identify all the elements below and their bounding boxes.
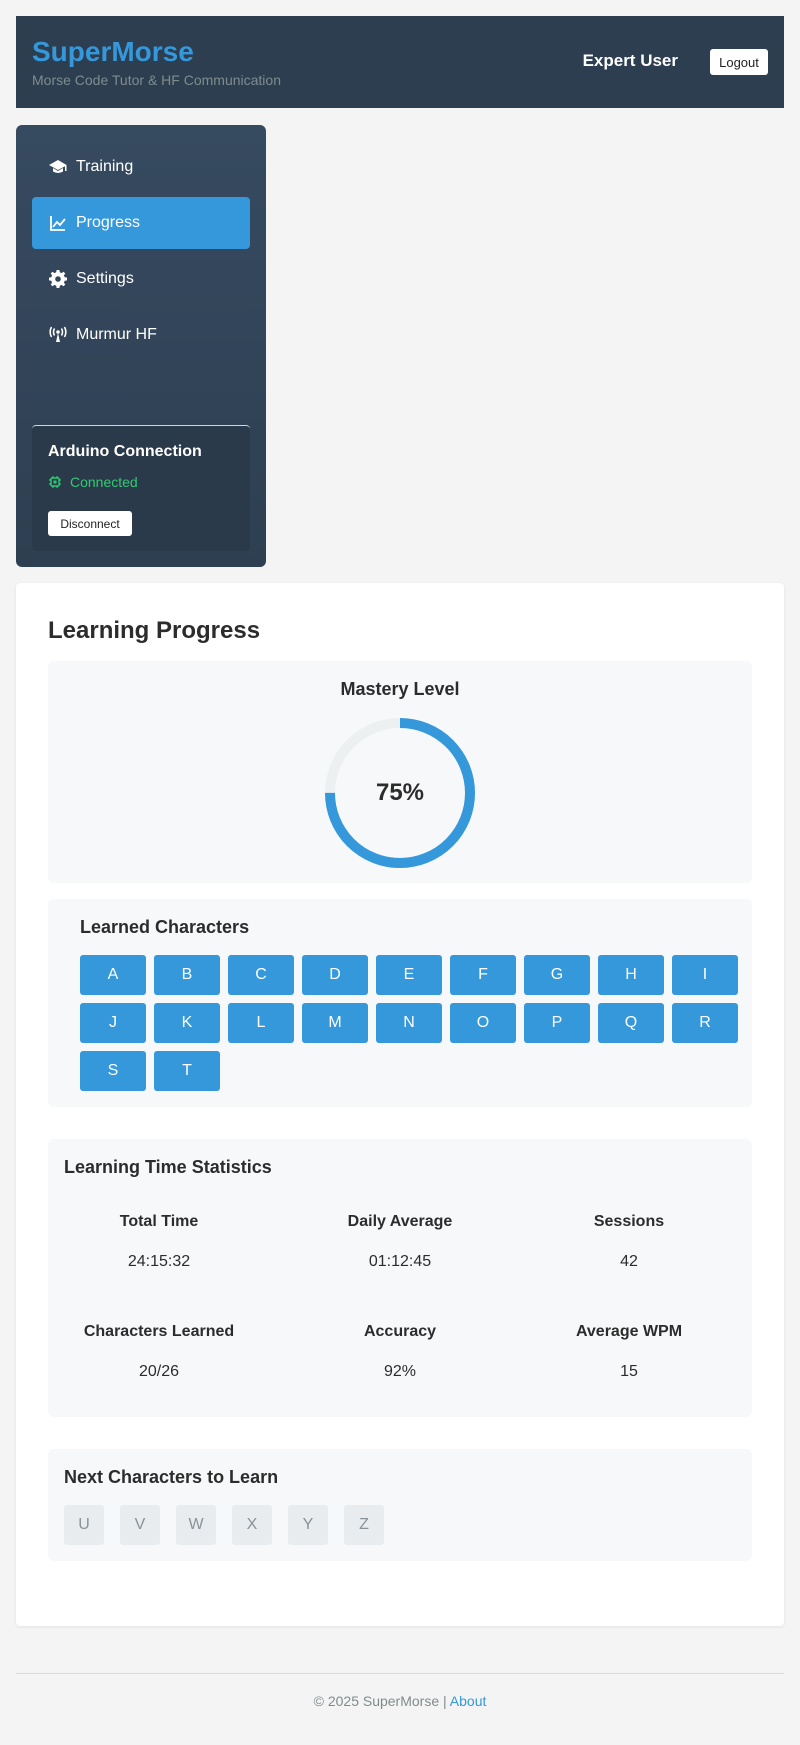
next-characters-title: Next Characters to Learn [64, 1467, 279, 1487]
brand-title[interactable]: SuperMorse [32, 36, 194, 68]
line-chart-icon [48, 213, 68, 233]
footer: © 2025 SuperMorse | About [0, 1693, 800, 1709]
graduation-cap-icon [48, 157, 68, 177]
learned-char[interactable]: Q [598, 1003, 664, 1043]
footer-divider [16, 1673, 784, 1674]
mastery-gauge: 75% [323, 716, 477, 870]
gear-icon [48, 269, 68, 289]
learned-char[interactable]: L [228, 1003, 294, 1043]
stat-value: 01:12:45 [368, 1253, 432, 1270]
learned-char[interactable]: R [672, 1003, 738, 1043]
learned-char[interactable]: M [302, 1003, 368, 1043]
logout-button[interactable]: Logout [710, 49, 768, 75]
next-char[interactable]: Y [288, 1505, 328, 1545]
sidebar-item-label: Progress [76, 214, 141, 231]
learned-char[interactable]: F [450, 955, 516, 995]
user-name: Expert User [582, 51, 678, 70]
stat-value: 15 [620, 1363, 638, 1380]
learned-char[interactable]: T [154, 1051, 220, 1091]
next-char[interactable]: U [64, 1505, 104, 1545]
learned-char[interactable]: N [376, 1003, 442, 1043]
learned-char[interactable]: K [154, 1003, 220, 1043]
learned-char[interactable]: D [302, 955, 368, 995]
connection-status-text: Connected [70, 474, 138, 490]
sidebar-item-settings[interactable]: Settings [32, 253, 250, 305]
sidebar-item-label: Training [76, 158, 134, 175]
next-char[interactable]: V [120, 1505, 160, 1545]
stat-value: 92% [383, 1363, 417, 1380]
page-title: Learning Progress [48, 617, 261, 644]
stat-total-time: Total Time 24:15:32 [49, 1213, 269, 1271]
stat-characters-learned: Characters Learned 20/26 [49, 1323, 269, 1381]
learned-char[interactable]: P [524, 1003, 590, 1043]
sidebar-item-murmur-hf[interactable]: Murmur HF [32, 309, 250, 361]
sidebar-item-training[interactable]: Training [32, 141, 250, 193]
stat-accuracy: Accuracy 92% [290, 1323, 510, 1381]
stat-daily-average: Daily Average 01:12:45 [290, 1213, 510, 1271]
statistics-title: Learning Time Statistics [64, 1157, 272, 1177]
connection-status: Connected [48, 474, 138, 490]
learned-char[interactable]: I [672, 955, 738, 995]
mastery-title: Mastery Level [340, 679, 460, 699]
sidebar-item-progress[interactable]: Progress [32, 197, 250, 249]
chip-icon [49, 476, 61, 488]
stat-value: 24:15:32 [127, 1253, 191, 1270]
sidebar-item-label: Settings [76, 270, 134, 287]
mastery-value: 75% [375, 779, 425, 806]
stat-label: Total Time [119, 1213, 199, 1230]
stat-label: Sessions [593, 1213, 665, 1230]
learned-characters-title: Learned Characters [80, 917, 250, 937]
stat-value: 42 [620, 1253, 638, 1270]
stat-value: 20/26 [138, 1363, 180, 1380]
mastery-panel: Mastery Level 75% [48, 661, 752, 883]
stat-label: Average WPM [575, 1323, 683, 1340]
learned-char[interactable]: E [376, 955, 442, 995]
main-content: Learning Progress Mastery Level 75% Lear… [16, 583, 784, 1626]
next-characters-grid: U V W X Y Z [64, 1505, 384, 1545]
next-characters-panel: Next Characters to Learn U V W X Y Z [48, 1449, 752, 1561]
arduino-title: Arduino Connection [48, 443, 202, 460]
antenna-icon [48, 325, 68, 345]
arduino-connection-panel: Arduino Connection Connected Disconnect [32, 425, 250, 551]
learned-char[interactable]: H [598, 955, 664, 995]
stat-label: Characters Learned [83, 1323, 235, 1340]
brand-tagline: Morse Code Tutor & HF Communication [32, 72, 281, 88]
next-char[interactable]: Z [344, 1505, 384, 1545]
about-link[interactable]: About [450, 1693, 487, 1709]
stat-sessions: Sessions 42 [519, 1213, 739, 1271]
learned-characters-panel: Learned Characters A B C D E F G H I J K… [48, 899, 752, 1107]
learned-char[interactable]: C [228, 955, 294, 995]
learning-time-statistics-panel: Learning Time Statistics Total Time 24:1… [48, 1139, 752, 1417]
learned-char[interactable]: G [524, 955, 590, 995]
learned-char[interactable]: A [80, 955, 146, 995]
learned-char[interactable]: J [80, 1003, 146, 1043]
stat-label: Daily Average [347, 1213, 453, 1230]
app-header: SuperMorse Morse Code Tutor & HF Communi… [16, 16, 784, 108]
next-char[interactable]: X [232, 1505, 272, 1545]
learned-char[interactable]: S [80, 1051, 146, 1091]
next-char[interactable]: W [176, 1505, 216, 1545]
learned-characters-grid: A B C D E F G H I J K L M N O P Q R S T [80, 955, 740, 1091]
learned-char[interactable]: O [450, 1003, 516, 1043]
stat-label: Accuracy [363, 1323, 437, 1340]
disconnect-button[interactable]: Disconnect [48, 511, 132, 536]
sidebar-item-label: Murmur HF [76, 326, 157, 343]
footer-copyright: © 2025 SuperMorse | [313, 1693, 447, 1709]
sidebar: Training Progress Settings Murmur HF Ard… [16, 125, 266, 567]
learned-char[interactable]: B [154, 955, 220, 995]
stat-average-wpm: Average WPM 15 [519, 1323, 739, 1381]
